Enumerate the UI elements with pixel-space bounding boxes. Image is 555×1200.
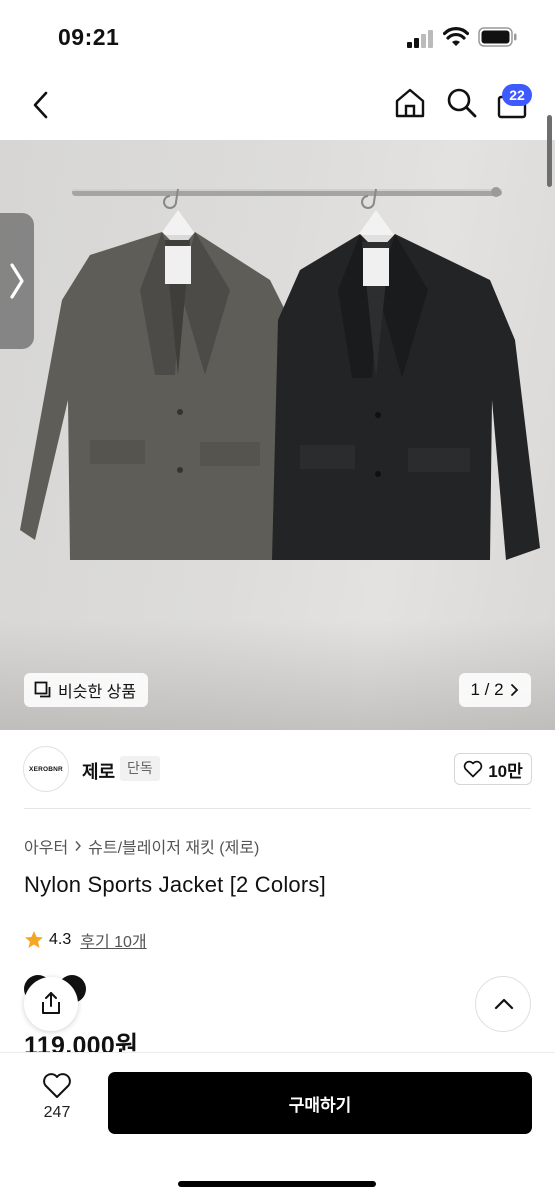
buy-button[interactable]: 구매하기 [108,1072,532,1134]
similar-products-label: 비슷한 상품 [58,684,137,701]
search-icon[interactable] [444,85,480,121]
share-icon [42,992,60,1014]
scroll-to-top-button[interactable] [475,976,531,1032]
top-nav: 22 [0,75,555,140]
scrollbar[interactable] [547,115,552,187]
home-icon[interactable] [392,85,428,121]
brand-logo-text: XEROBNR [29,765,63,773]
breadcrumb: 아우터 슈트/블레이저 재킷 (제로) [24,834,259,858]
product-image-gallery[interactable] [0,140,555,730]
exclusive-tag: 단독 [120,756,160,781]
home-indicator [178,1181,376,1187]
chevron-right-icon [510,684,518,696]
breadcrumb-item[interactable]: 아우터 [24,834,68,858]
cellular-signal-icon [407,30,433,48]
chevron-right-icon [75,841,82,851]
copy-icon [34,681,51,698]
wishlist-button[interactable]: 247 [30,1072,84,1132]
image-counter-text: 1 / 2 [470,680,504,699]
back-icon[interactable] [24,87,60,123]
cart-count-badge: 22 [502,84,532,106]
brand-name[interactable]: 제로 [82,758,115,784]
divider [24,808,531,809]
chevron-up-icon [494,998,514,1010]
brand-like-button[interactable]: 10만 [454,753,532,785]
brand-logo[interactable]: XEROBNR [23,746,69,792]
chevron-right-icon [10,263,24,299]
review-count-link[interactable]: 후기 10개 [80,928,146,952]
rating-score: 4.3 [49,931,72,948]
status-time: 09:21 [58,24,120,50]
share-button[interactable] [24,977,78,1031]
similar-products-button[interactable]: 비슷한 상품 [24,673,149,707]
product-title: Nylon Sports Jacket [2 Colors] [24,872,326,897]
heart-icon [43,1073,71,1098]
breadcrumb-item[interactable]: 슈트/블레이저 재킷 (제로) [88,834,259,858]
heart-icon [463,760,483,778]
brand-like-count: 10만 [488,761,523,781]
battery-icon [478,27,517,47]
status-bar: 09:21 [0,0,555,75]
rating-row[interactable]: 4.3 후기 10개 [24,928,147,952]
image-counter[interactable]: 1 / 2 [459,673,531,707]
wishlist-count: 247 [43,1104,71,1121]
wifi-icon [443,27,469,46]
star-icon [25,931,43,948]
gallery-next-tab[interactable] [0,213,34,349]
